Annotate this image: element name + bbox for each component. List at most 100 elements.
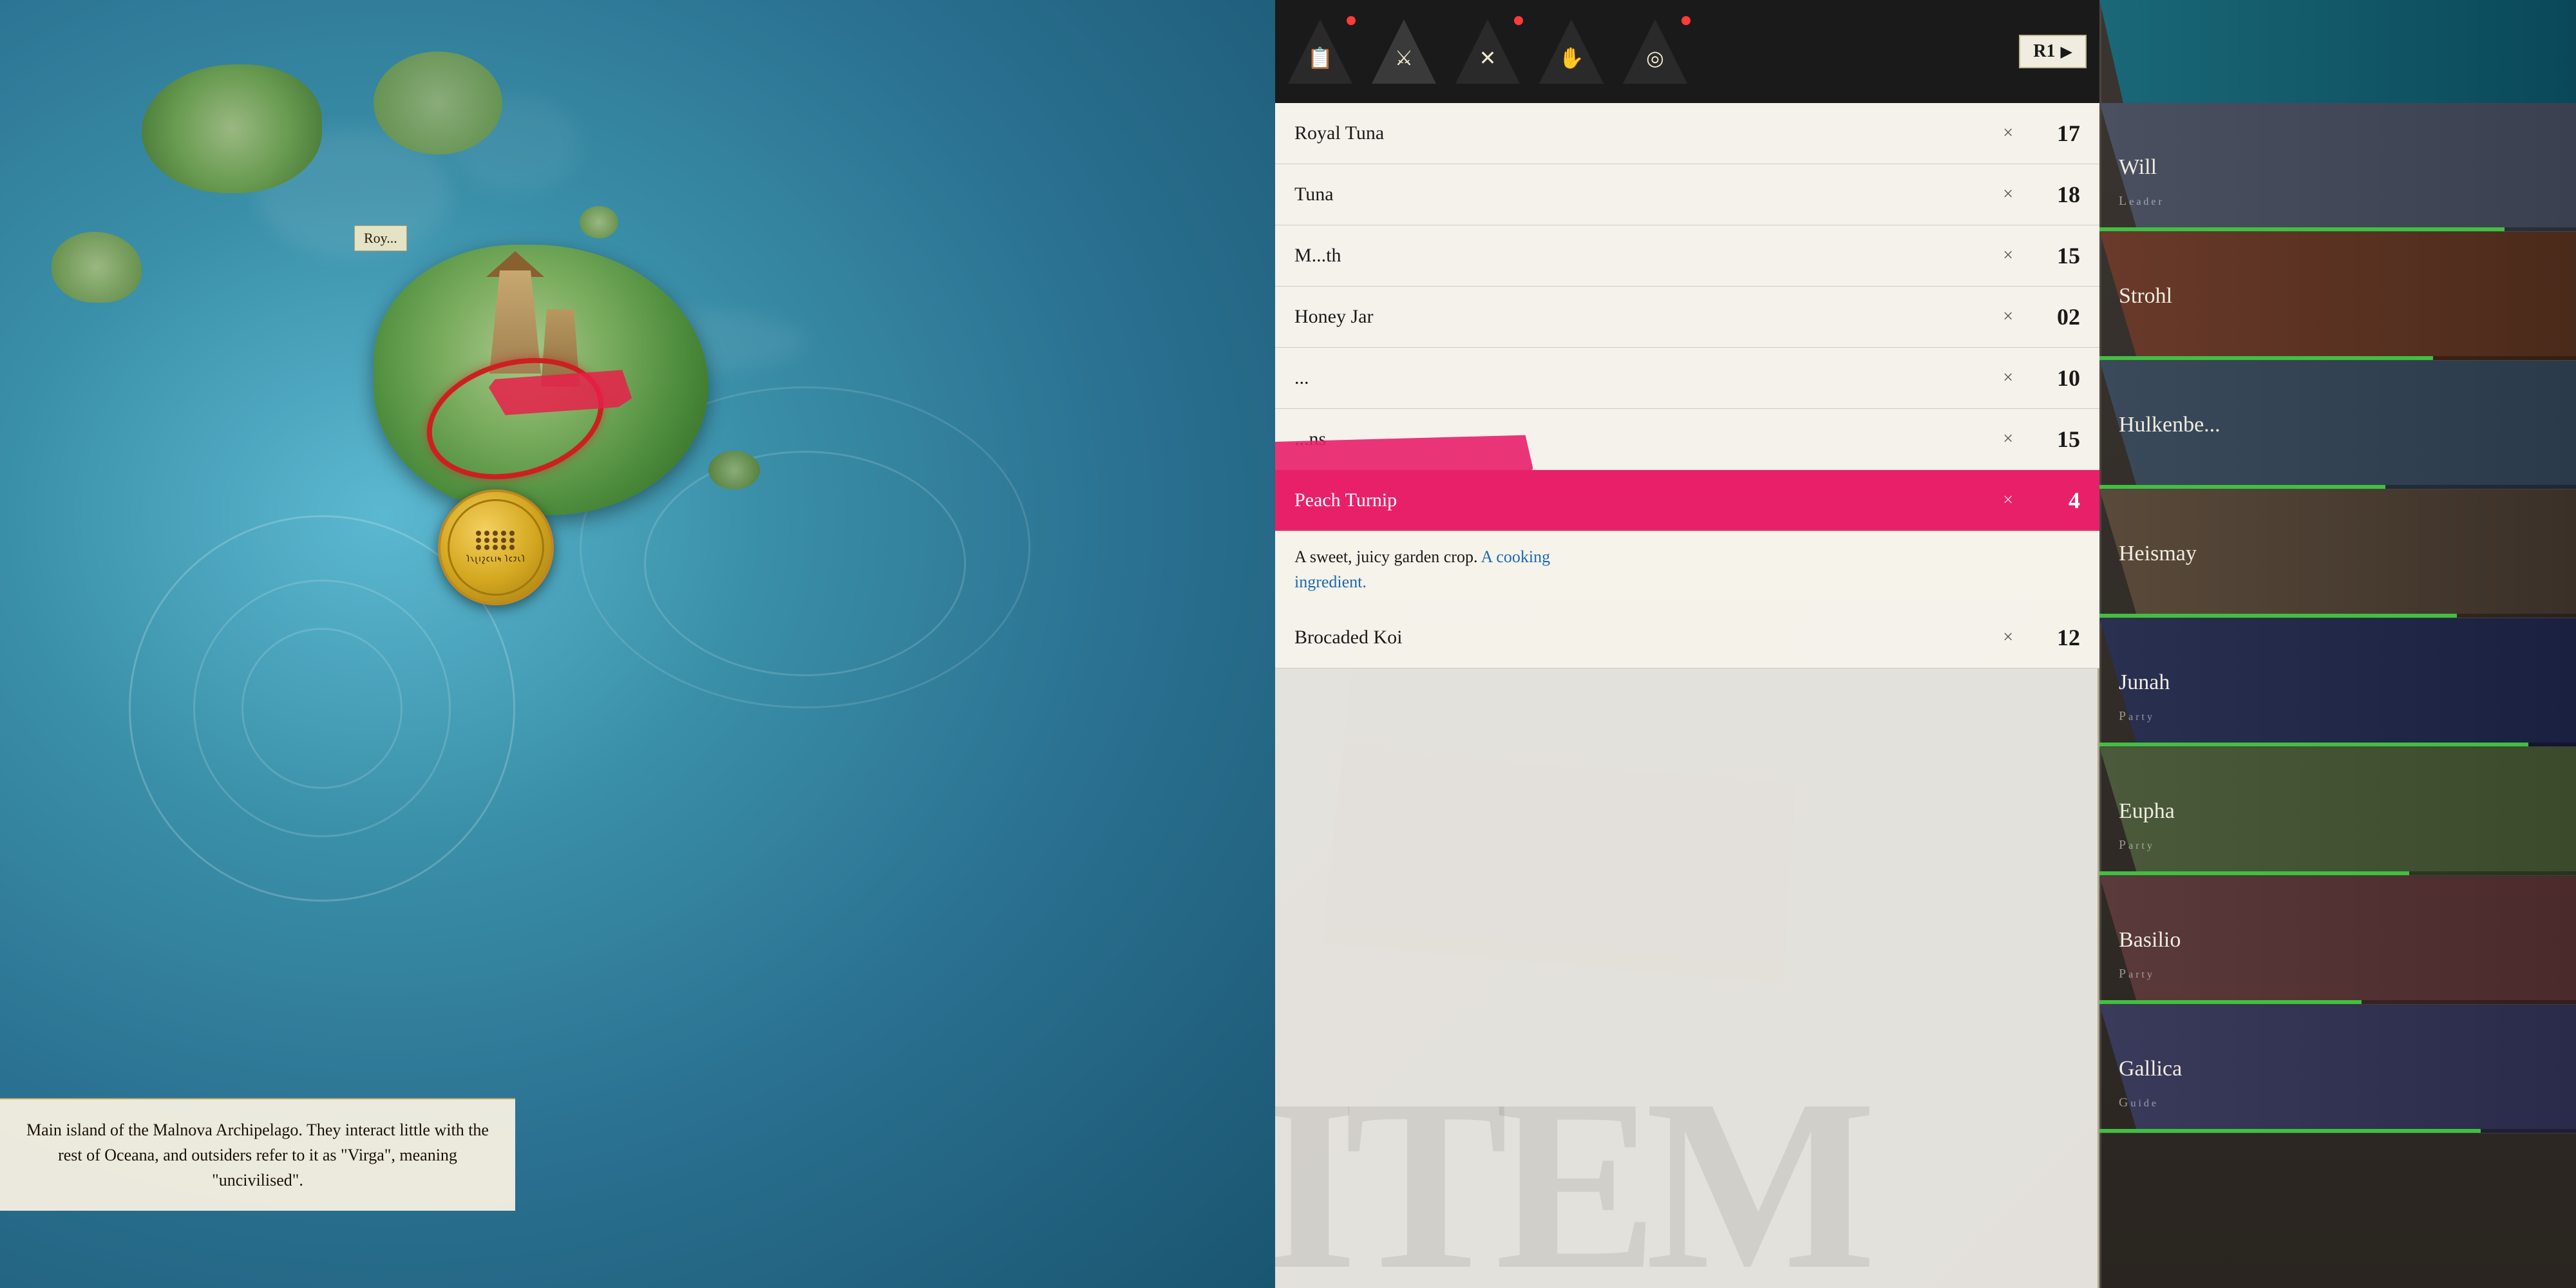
qty-prefix: ×: [2003, 123, 2013, 144]
character-panel: Will Leader Strohl: [2099, 0, 2576, 1288]
item-list: Royal Tuna × 17 Tuna × 18 M...th × 15 Ho…: [1275, 103, 2099, 668]
character-list: Will Leader Strohl: [2099, 103, 2576, 1133]
map-nav-icon[interactable]: ◎: [1623, 19, 1687, 84]
char-name-gallica: Gallica: [2099, 1057, 2576, 1081]
item-watermark: ITEM: [1275, 1063, 1863, 1288]
item-quantity: 10: [2016, 365, 2080, 392]
char-name-hulkenbe: Hulkenbe...: [2099, 413, 2576, 437]
hp-fill: [2099, 871, 2409, 875]
skills-icon[interactable]: ✕: [1455, 19, 1520, 84]
nav-dot-indicator: [1514, 16, 1523, 25]
island-top-right: [374, 52, 502, 155]
qty-prefix: ×: [2003, 307, 2013, 327]
char-role-party: Party: [2119, 709, 2155, 724]
hp-fill: [2099, 485, 2385, 489]
qty-prefix: ×: [2003, 490, 2013, 511]
equipment-icon[interactable]: ✋: [1539, 19, 1604, 84]
item-row-tuna[interactable]: Tuna × 18: [1275, 164, 2099, 225]
item-name: Peach Turnip: [1294, 489, 2003, 511]
hp-fill: [2099, 1129, 2481, 1133]
char-name-will: Will: [2099, 155, 2576, 180]
nav-item-equipment[interactable]: ✋: [1539, 19, 1604, 84]
hp-fill: [2099, 614, 2457, 618]
equipment-symbol: ✋: [1558, 46, 1584, 70]
character-item-basilio[interactable]: Basilio Party: [2099, 876, 2576, 1005]
island-small: [580, 206, 618, 238]
item-row-honey-jar[interactable]: Honey Jar × 02: [1275, 287, 2099, 348]
journal-icon[interactable]: 📋: [1288, 19, 1352, 84]
character-item-junah[interactable]: Junah Party: [2099, 618, 2576, 747]
item-row-moth[interactable]: M...th × 15: [1275, 225, 2099, 287]
char-role-party: Party: [2119, 967, 2155, 981]
island-mid-left: [52, 232, 142, 303]
r1-button[interactable]: R1 ▶: [2019, 35, 2087, 68]
hp-bar: [2099, 485, 2576, 489]
char-name-junah: Junah: [2099, 670, 2576, 695]
character-item-will[interactable]: Will Leader: [2099, 103, 2576, 232]
char-name-basilio: Basilio: [2099, 928, 2576, 952]
char-name-heismay: Heismay: [2099, 542, 2576, 566]
island-top-left: [142, 64, 322, 193]
hp-bar: [2099, 1000, 2576, 1004]
qty-prefix: ×: [2003, 184, 2013, 205]
hp-bar: [2099, 871, 2576, 875]
item-quantity: 02: [2016, 303, 2080, 330]
nav-item-skills[interactable]: ✕: [1455, 19, 1520, 84]
cooking-link: A cooking: [1481, 547, 1551, 566]
char-name-eupha: Eupha: [2099, 799, 2576, 824]
emblem-pattern: [476, 531, 516, 550]
nav-item-journal[interactable]: 📋: [1288, 19, 1352, 84]
char-role-party: Party: [2119, 838, 2155, 853]
item-row-royal-tuna[interactable]: Royal Tuna × 17: [1275, 103, 2099, 164]
item-row-unknown[interactable]: ... × 10: [1275, 348, 2099, 409]
character-item-eupha[interactable]: Eupha Party: [2099, 747, 2576, 876]
item-menu-panel: 📋 ⚔ ✕ ✋ ◎: [1275, 0, 2099, 1288]
qty-prefix: ×: [2003, 627, 2013, 648]
emblem-inner: 𐑐𐑯𐑚𐑦𐑟𐑤𐑧𐑦𐑰 𐑐𐑤𐑲𐑧𐑐: [448, 499, 544, 596]
items-icon[interactable]: ⚔: [1372, 19, 1436, 84]
map-panel: 𐑐𐑯𐑚𐑦𐑟𐑤𐑧𐑦𐑰 𐑐𐑤𐑲𐑧𐑐 Roy... Main island of th…: [0, 0, 1275, 1288]
location-name-text: Roy...: [364, 230, 397, 246]
nav-item-items[interactable]: ⚔: [1372, 19, 1436, 84]
island-small: [708, 451, 760, 489]
hp-fill: [2099, 743, 2528, 746]
item-name: Tuna: [1294, 184, 2003, 205]
items-symbol: ⚔: [1395, 46, 1414, 70]
item-description-area: A sweet, juicy garden crop. A cooking in…: [1275, 531, 2099, 601]
nav-dot-indicator: [1681, 16, 1690, 25]
faction-emblem: 𐑐𐑯𐑚𐑦𐑟𐑤𐑧𐑦𐑰 𐑐𐑤𐑲𐑧𐑐: [438, 489, 554, 605]
item-name: Royal Tuna: [1294, 122, 2003, 144]
r1-arrow-icon: ▶: [2061, 43, 2072, 61]
qty-prefix: ×: [2003, 245, 2013, 266]
item-row-brocaded-koi[interactable]: Brocaded Koi × 12: [1275, 607, 2099, 668]
hp-bar: [2099, 1129, 2576, 1133]
ingredient-link: ingredient.: [1294, 573, 1367, 591]
ocean-swirl: [242, 628, 402, 789]
item-description-text: A sweet, juicy garden crop. A cooking: [1294, 544, 2080, 569]
item-quantity: 12: [2016, 624, 2080, 651]
hp-bar: [2099, 614, 2576, 618]
char-role-guide: Guide: [2119, 1095, 2159, 1110]
character-item-hulkenbe[interactable]: Hulkenbe...: [2099, 361, 2576, 489]
hp-fill: [2099, 356, 2433, 360]
character-item-heismay[interactable]: Heismay: [2099, 489, 2576, 618]
map-symbol: ◎: [1646, 46, 1664, 70]
char-panel-header: [2099, 0, 2576, 103]
character-item-strohl[interactable]: Strohl: [2099, 232, 2576, 361]
ocean-swirl: [644, 451, 966, 676]
hp-bar: [2099, 356, 2576, 360]
item-quantity: 17: [2016, 120, 2080, 147]
item-description-text2: ingredient.: [1294, 569, 2080, 594]
nav-item-map[interactable]: ◎: [1623, 19, 1687, 84]
hp-bar: [2099, 743, 2576, 746]
qty-prefix: ×: [2003, 368, 2013, 388]
emblem-text: 𐑐𐑯𐑚𐑦𐑟𐑤𐑧𐑦𐑰 𐑐𐑤𐑲𐑧𐑐: [466, 553, 526, 565]
character-item-gallica[interactable]: Gallica Guide: [2099, 1005, 2576, 1133]
location-label: Roy...: [354, 225, 407, 251]
journal-symbol: 📋: [1307, 46, 1333, 70]
qty-prefix: ×: [2003, 429, 2013, 450]
item-name: Brocaded Koi: [1294, 627, 2003, 649]
item-quantity: 4: [2016, 487, 2080, 514]
top-navigation: 📋 ⚔ ✕ ✋ ◎: [1275, 0, 2099, 103]
hp-fill: [2099, 227, 2505, 231]
